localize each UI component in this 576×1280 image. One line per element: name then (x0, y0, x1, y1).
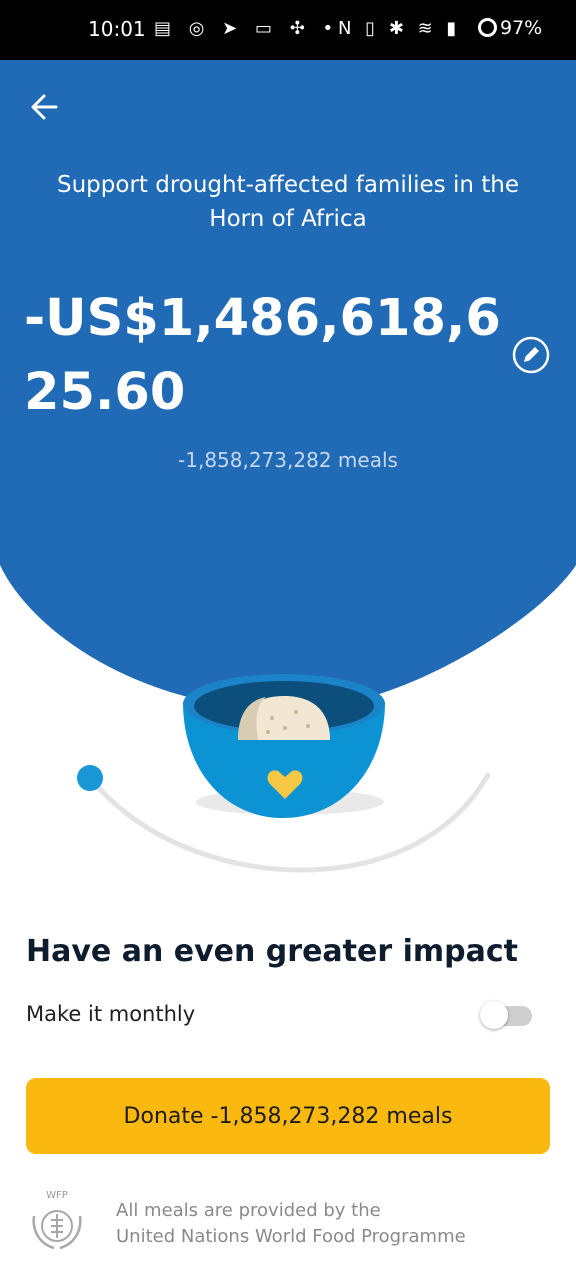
battery-icon (478, 18, 497, 37)
footer-line-1: All meals are provided by the (116, 1200, 381, 1221)
pencil-icon (512, 336, 550, 374)
monthly-toggle[interactable] (480, 1001, 532, 1029)
battery-percent: 97% (500, 17, 543, 39)
status-bar: 10:01 ▤ ◎ ➤ ▭ ✣ • N ▯ ✱ ≋ ▮ 97% (0, 0, 576, 60)
system-status-icons: N ▯ ✱ ≋ ▮ (338, 18, 461, 39)
footer-text: All meals are provided by the United Nat… (116, 1198, 466, 1250)
battery-indicator: 97% (478, 17, 542, 39)
back-button[interactable] (26, 88, 66, 128)
donate-button[interactable]: Donate -1,858,273,282 meals (26, 1078, 550, 1154)
notification-icons: ▤ ◎ ➤ ▭ ✣ • (154, 18, 340, 39)
slider-handle (77, 765, 103, 791)
monthly-label: Make it monthly (26, 1002, 196, 1026)
status-time: 10:01 (88, 17, 146, 41)
footer-line-2: United Nations World Food Programme (116, 1226, 466, 1247)
edit-amount-button[interactable] (512, 336, 550, 374)
arrow-left-icon (31, 94, 58, 120)
donation-amount: -US$1,486,618,625.60 (24, 289, 501, 422)
campaign-title: Support drought-affected families in the… (57, 172, 519, 232)
wfp-logo: WFP (32, 1190, 82, 1250)
meal-slider[interactable] (0, 660, 576, 890)
meals-count: -1,858,273,282 meals (178, 448, 398, 472)
monthly-row: Make it monthly (26, 1000, 536, 1034)
footer: WFP All meals are provided by the United… (24, 1186, 554, 1256)
toggle-knob (480, 1001, 508, 1029)
impact-heading: Have an even greater impact (26, 934, 518, 969)
svg-text:WFP: WFP (46, 1190, 68, 1201)
